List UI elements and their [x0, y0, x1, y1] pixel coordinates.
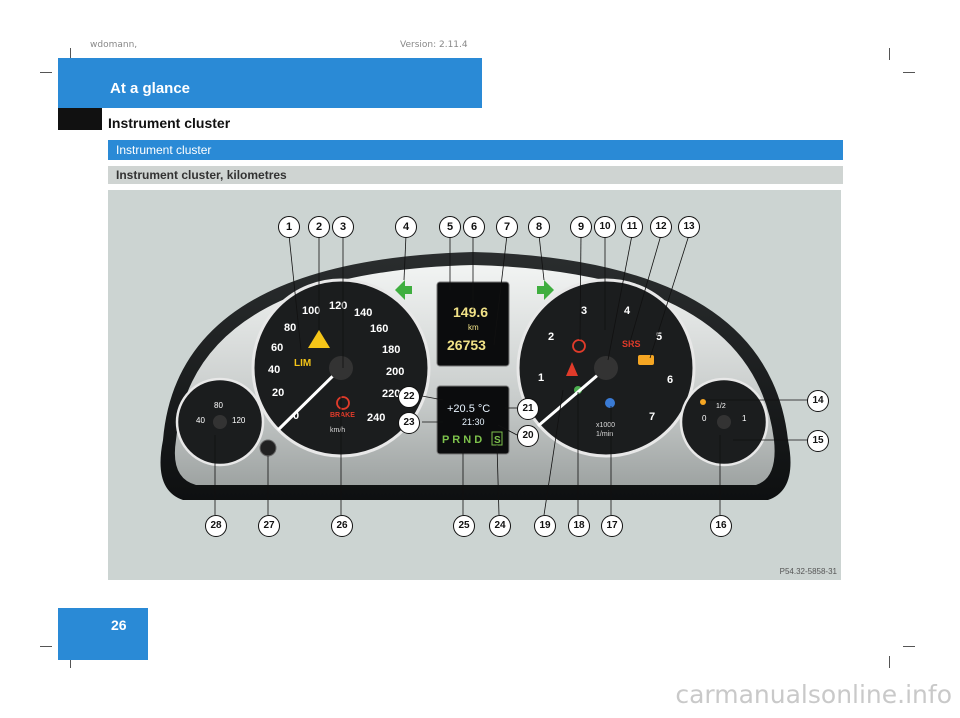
figure-id: P54.32-5858-31 [779, 567, 837, 576]
callout-label: 9 [570, 216, 592, 238]
fuel-tick: 1 [742, 414, 747, 423]
speedo-tick: 240 [367, 412, 385, 424]
callout-label: 28 [205, 515, 227, 537]
tacho-tick: 3 [581, 305, 587, 317]
speedo-hub [329, 356, 353, 380]
speedo-tick: 180 [382, 344, 400, 356]
callout-label: 13 [678, 216, 700, 238]
title-marker [58, 108, 102, 130]
callout-label: 21 [517, 398, 539, 420]
callout-label: 6 [463, 216, 485, 238]
fuel-tick: 0 [702, 414, 707, 423]
callout-label: 3 [332, 216, 354, 238]
subheading-bar: Instrument cluster, kilometres [108, 166, 843, 184]
callout-label: 24 [489, 515, 511, 537]
tacho-hub [594, 356, 618, 380]
display-distance: 149.6 [453, 304, 488, 320]
print-meta-left: wdomann, [90, 40, 138, 50]
speedo-tick: 120 [329, 300, 347, 312]
callout-label: 7 [496, 216, 518, 238]
lim-indicator: LIM [294, 358, 311, 369]
speedo-tick: 200 [386, 366, 404, 378]
speedo-tick: 160 [370, 323, 388, 335]
display-unit: km [468, 323, 479, 332]
display-outside-temp: +20.5 °C [447, 403, 490, 415]
section-label: At a glance [110, 80, 191, 97]
callout-label: 1 [278, 216, 300, 238]
callout-label: 27 [258, 515, 280, 537]
coolant-gauge: 40 80 120 [175, 377, 265, 467]
tachometer: 1 2 3 4 5 6 7 SRS x1000 1/min [516, 278, 696, 458]
fuel-gauge: 0 1/2 1 [679, 377, 769, 467]
crop-mark [889, 656, 890, 668]
callout-label: 16 [710, 515, 732, 537]
callout-label: 2 [308, 216, 330, 238]
engine-check-icon [638, 355, 654, 365]
fuel-reserve-icon [700, 399, 706, 405]
heading-label: Instrument cluster [116, 143, 212, 157]
speedo-tick: 40 [268, 364, 280, 376]
heading-bar: Instrument cluster [108, 140, 843, 160]
callout-label: 10 [594, 216, 616, 238]
crop-mark [889, 48, 890, 60]
display-gears: P R N D [442, 434, 482, 446]
brake-label: BRAKE [330, 412, 355, 419]
display-gear-s: S [494, 435, 501, 446]
speedo-tick: 60 [271, 342, 283, 354]
callout-label: 23 [398, 412, 420, 434]
callout-label: 26 [331, 515, 353, 537]
callout-label: 17 [601, 515, 623, 537]
tacho-tick: 6 [667, 374, 673, 386]
crop-mark [40, 72, 52, 73]
callout-label: 20 [517, 425, 539, 447]
callout-label: 5 [439, 216, 461, 238]
page-title: Instrument cluster [108, 115, 231, 131]
reset-knob [259, 439, 277, 457]
speedo-tick: 140 [354, 307, 372, 319]
tacho-tick: 7 [649, 411, 655, 423]
display-odometer: 26753 [447, 337, 486, 353]
crop-mark [903, 72, 915, 73]
crop-mark [40, 646, 52, 647]
callout-label: 4 [395, 216, 417, 238]
speedo-tick: 80 [284, 322, 296, 334]
fuel-tick: 1/2 [716, 403, 726, 410]
callout-label: 25 [453, 515, 475, 537]
subheading-label: Instrument cluster, kilometres [116, 168, 287, 182]
page-number: 26 [111, 617, 127, 633]
tacho-tick: 1 [538, 372, 544, 384]
coolant-tick: 80 [214, 401, 223, 410]
section-header: At a glance [58, 58, 482, 108]
tacho-tick: 2 [548, 331, 554, 343]
display-clock: 21:30 [462, 417, 485, 427]
watermark: carmanualsonline.info [675, 680, 952, 709]
instrument-cluster-figure: 0 20 40 60 80 100 120 140 160 180 200 22… [108, 190, 841, 580]
page-number-tab: 26 [58, 608, 148, 660]
high-beam-icon [605, 398, 615, 408]
speedo-tick: 100 [302, 305, 320, 317]
callout-label: 19 [534, 515, 556, 537]
tacho-unit: x1000 [596, 422, 615, 429]
speedo-unit: km/h [330, 427, 345, 434]
callout-label: 15 [807, 430, 829, 452]
srs-indicator: SRS [622, 339, 641, 349]
tacho-tick: 4 [624, 305, 631, 317]
callout-label: 18 [568, 515, 590, 537]
print-meta-right: Version: 2.11.4 [400, 40, 468, 50]
crop-mark [903, 646, 915, 647]
coolant-tick: 120 [232, 416, 246, 425]
callout-label: 8 [528, 216, 550, 238]
callout-label: 22 [398, 386, 420, 408]
speedo-tick: 20 [272, 387, 284, 399]
callout-label: 12 [650, 216, 672, 238]
callout-label: 14 [807, 390, 829, 412]
callout-label: 11 [621, 216, 643, 238]
coolant-tick: 40 [196, 416, 205, 425]
